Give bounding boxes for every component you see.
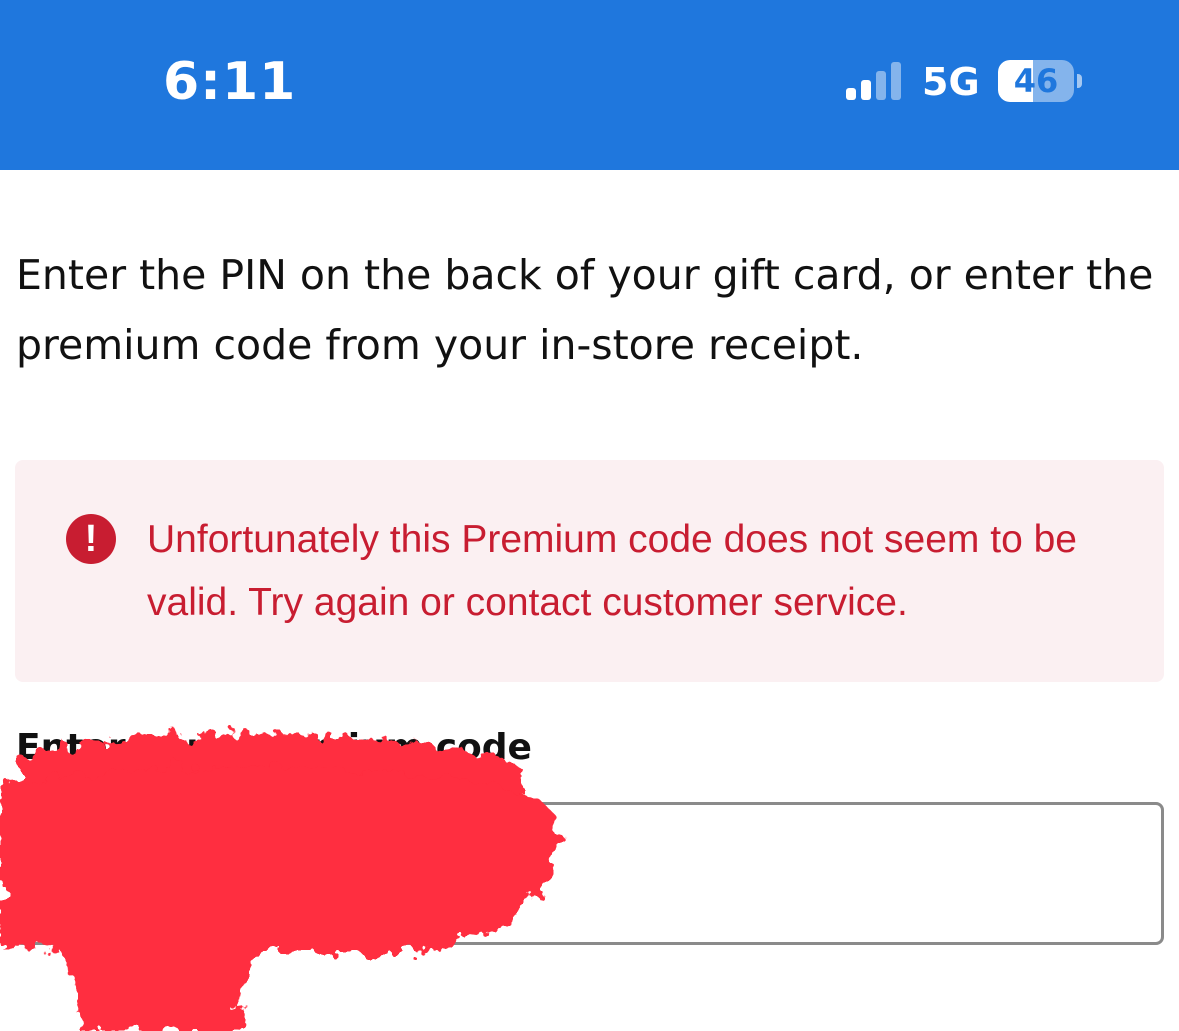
signal-bar (891, 62, 901, 100)
battery-tip (1077, 74, 1082, 88)
instructions-text: Enter the PIN on the back of your gift c… (16, 251, 1154, 369)
exclamation-circle-icon: ! (66, 514, 116, 564)
premium-code-input[interactable] (14, 802, 1164, 945)
error-message: Unfortunately this Premium code does not… (147, 518, 1077, 624)
status-time: 6:11 (163, 52, 297, 112)
signal-bar (876, 71, 886, 100)
battery-body: 46 (998, 60, 1074, 102)
network-type: 5G (922, 60, 980, 104)
status-bar: 6:11 5G 46 (0, 0, 1179, 170)
signal-bar (846, 88, 856, 100)
battery-icon: 46 (998, 60, 1084, 104)
signal-strength-icon (846, 62, 901, 100)
premium-code-label: Enter your premium code (16, 727, 532, 768)
signal-bar (861, 80, 871, 100)
battery-level: 46 (1013, 62, 1059, 100)
